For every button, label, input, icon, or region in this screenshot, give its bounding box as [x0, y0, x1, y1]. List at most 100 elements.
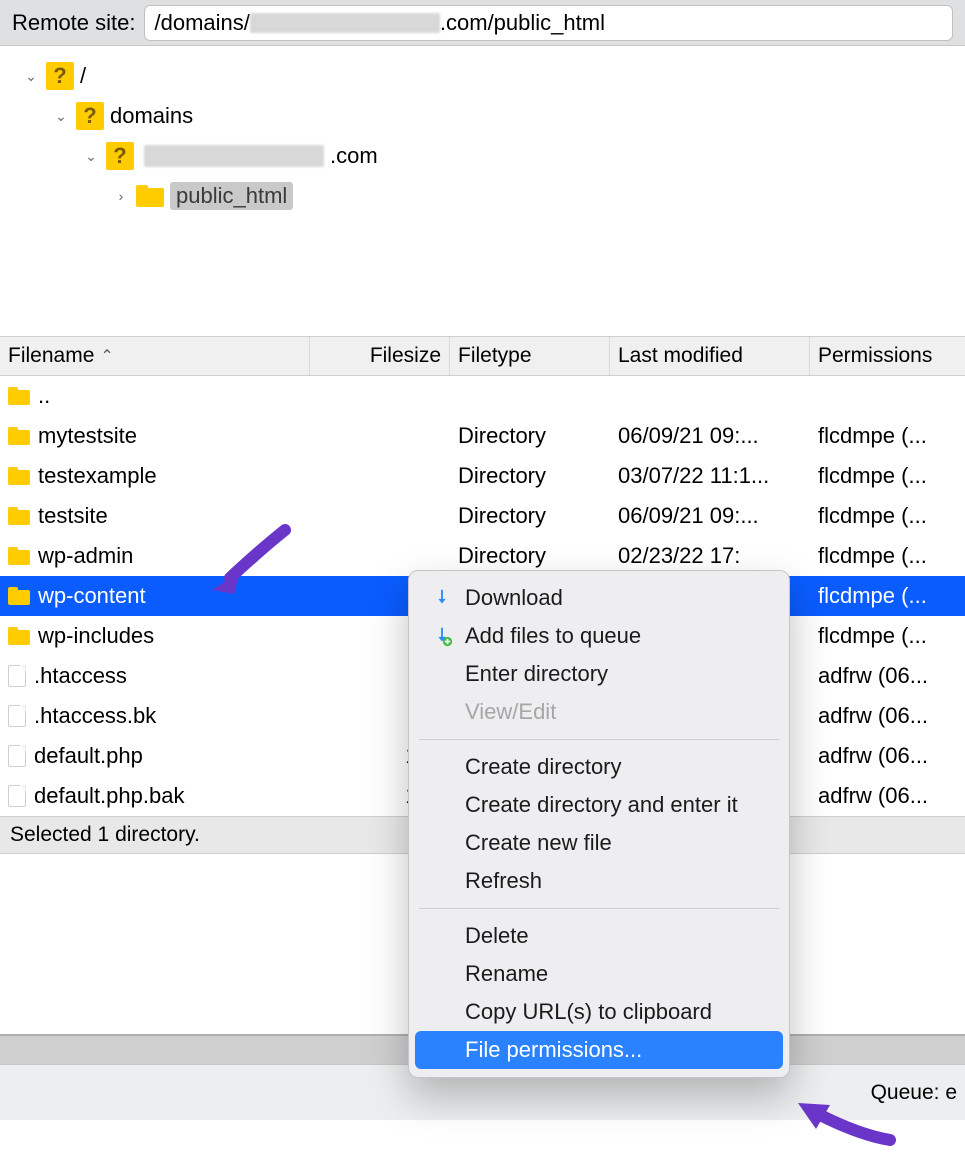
tree-toggle-icon[interactable]: ⌄ [82, 148, 100, 165]
menu-item-add-to-queue[interactable]: Add files to queue [415, 617, 783, 655]
tree-toggle-icon[interactable]: ⌄ [52, 108, 70, 125]
cell-filename: wp-content [0, 583, 310, 609]
menu-label: Refresh [465, 868, 542, 894]
column-header-permissions[interactable]: Permissions [810, 337, 965, 375]
menu-item-refresh[interactable]: Refresh [415, 862, 783, 900]
column-header-filetype[interactable]: Filetype [450, 337, 610, 375]
cell-permissions: adfrw (06... [810, 703, 965, 729]
cell-filetype: Directory [450, 423, 610, 449]
column-label: Filetype [458, 344, 532, 368]
menu-item-create-directory-enter[interactable]: Create directory and enter it [415, 786, 783, 824]
menu-label: Copy URL(s) to clipboard [465, 999, 712, 1025]
menu-item-file-permissions[interactable]: File permissions... [415, 1031, 783, 1069]
tree-row-domains[interactable]: ⌄ ? domains [0, 96, 965, 136]
tree-row-public-html[interactable]: › public_html [0, 176, 965, 216]
column-label: Filename [8, 344, 94, 368]
tree-toggle-icon[interactable]: ⌄ [22, 68, 40, 85]
file-row[interactable]: mytestsite Directory06/09/21 09:...flcdmp… [0, 416, 965, 456]
unknown-folder-icon: ? [106, 142, 134, 170]
menu-item-delete[interactable]: Delete [415, 917, 783, 955]
cell-permissions: adfrw (06... [810, 743, 965, 769]
file-name: wp-includes [38, 623, 154, 649]
file-name: .. [38, 383, 50, 409]
folder-icon [8, 627, 30, 645]
remote-site-label: Remote site: [12, 10, 136, 36]
folder-icon [8, 427, 30, 445]
cell-filename: testexample [0, 463, 310, 489]
file-row[interactable]: testsiteDirectory06/09/21 09:...flcdmpe … [0, 496, 965, 536]
menu-item-rename[interactable]: Rename [415, 955, 783, 993]
menu-label: Create new file [465, 830, 612, 856]
cell-filename: mytestsite [0, 423, 310, 449]
cell-filename: wp-includes [0, 623, 310, 649]
file-name: .htaccess.bk [34, 703, 156, 729]
column-label: Filesize [370, 344, 441, 368]
cell-filename: testsite [0, 503, 310, 529]
file-name: testexample [38, 463, 157, 489]
cell-permissions: flcdmpe (... [810, 543, 965, 569]
tree-label: domains [110, 103, 193, 129]
remote-directory-tree[interactable]: ⌄ ? / ⌄ ? domains ⌄ ? .com › public_html [0, 46, 965, 336]
unknown-folder-icon: ? [76, 102, 104, 130]
path-suffix: .com/public_html [440, 10, 605, 36]
folder-icon [8, 387, 30, 405]
menu-item-enter-directory[interactable]: Enter directory [415, 655, 783, 693]
redacted-domain [250, 13, 440, 33]
menu-label: Enter directory [465, 661, 608, 687]
cell-modified: 06/09/21 09:... [610, 423, 810, 449]
cell-modified: 03/07/22 11:1... [610, 463, 810, 489]
file-icon [8, 665, 26, 687]
file-icon [8, 785, 26, 807]
remote-path-bar: Remote site: /domains/ .com/public_html [0, 0, 965, 46]
folder-icon [8, 547, 30, 565]
menu-item-copy-url[interactable]: Copy URL(s) to clipboard [415, 993, 783, 1031]
menu-item-create-new-file[interactable]: Create new file [415, 824, 783, 862]
cell-filename: default.php [0, 743, 310, 769]
cell-permissions: flcdmpe (... [810, 583, 965, 609]
cell-permissions: adfrw (06... [810, 663, 965, 689]
tree-toggle-icon[interactable]: › [112, 188, 130, 204]
menu-label: Create directory [465, 754, 622, 780]
column-header-filesize[interactable]: Filesize [310, 337, 450, 375]
menu-label: View/Edit [465, 699, 556, 725]
file-icon [8, 745, 26, 767]
cell-permissions: flcdmpe (... [810, 463, 965, 489]
menu-label: Add files to queue [465, 623, 641, 649]
column-header-filename[interactable]: Filename ⌃ [0, 337, 310, 375]
add-to-queue-icon [431, 625, 453, 647]
menu-item-download[interactable]: Download [415, 579, 783, 617]
menu-item-create-directory[interactable]: Create directory [415, 748, 783, 786]
path-prefix: /domains/ [155, 10, 250, 36]
context-menu: Download Add files to queue Enter direct… [408, 570, 790, 1078]
cell-modified: 02/23/22 17: [610, 543, 810, 569]
cell-filetype: Directory [450, 543, 610, 569]
file-name: default.php.bak [34, 783, 184, 809]
menu-label: Create directory and enter it [465, 792, 738, 818]
column-label: Permissions [818, 344, 932, 368]
cell-permissions: flcdmpe (... [810, 423, 965, 449]
menu-label: Rename [465, 961, 548, 987]
cell-filetype: Directory [450, 463, 610, 489]
cell-permissions: flcdmpe (... [810, 623, 965, 649]
column-header-modified[interactable]: Last modified [610, 337, 810, 375]
remote-path-input[interactable]: /domains/ .com/public_html [144, 5, 954, 41]
status-text: Selected 1 directory. [10, 823, 200, 846]
menu-label: Download [465, 585, 563, 611]
file-row[interactable]: testexample Directory03/07/22 11:1...flcd… [0, 456, 965, 496]
redacted-domain [144, 145, 324, 167]
tree-row-root[interactable]: ⌄ ? / [0, 56, 965, 96]
tree-row-domain[interactable]: ⌄ ? .com [0, 136, 965, 176]
sort-asc-icon: ⌃ [100, 346, 113, 366]
file-name: testsite [38, 503, 108, 529]
column-label: Last modified [618, 344, 743, 368]
file-name: .htaccess [34, 663, 127, 689]
menu-label: File permissions... [465, 1037, 642, 1063]
folder-icon [8, 467, 30, 485]
unknown-folder-icon: ? [46, 62, 74, 90]
queue-label: Queue: e [871, 1081, 957, 1105]
menu-separator [419, 908, 779, 909]
cell-filename: .htaccess.bk [0, 703, 310, 729]
file-name: default.php [34, 743, 143, 769]
cell-filename: default.php.bak [0, 783, 310, 809]
file-row[interactable]: .. [0, 376, 965, 416]
